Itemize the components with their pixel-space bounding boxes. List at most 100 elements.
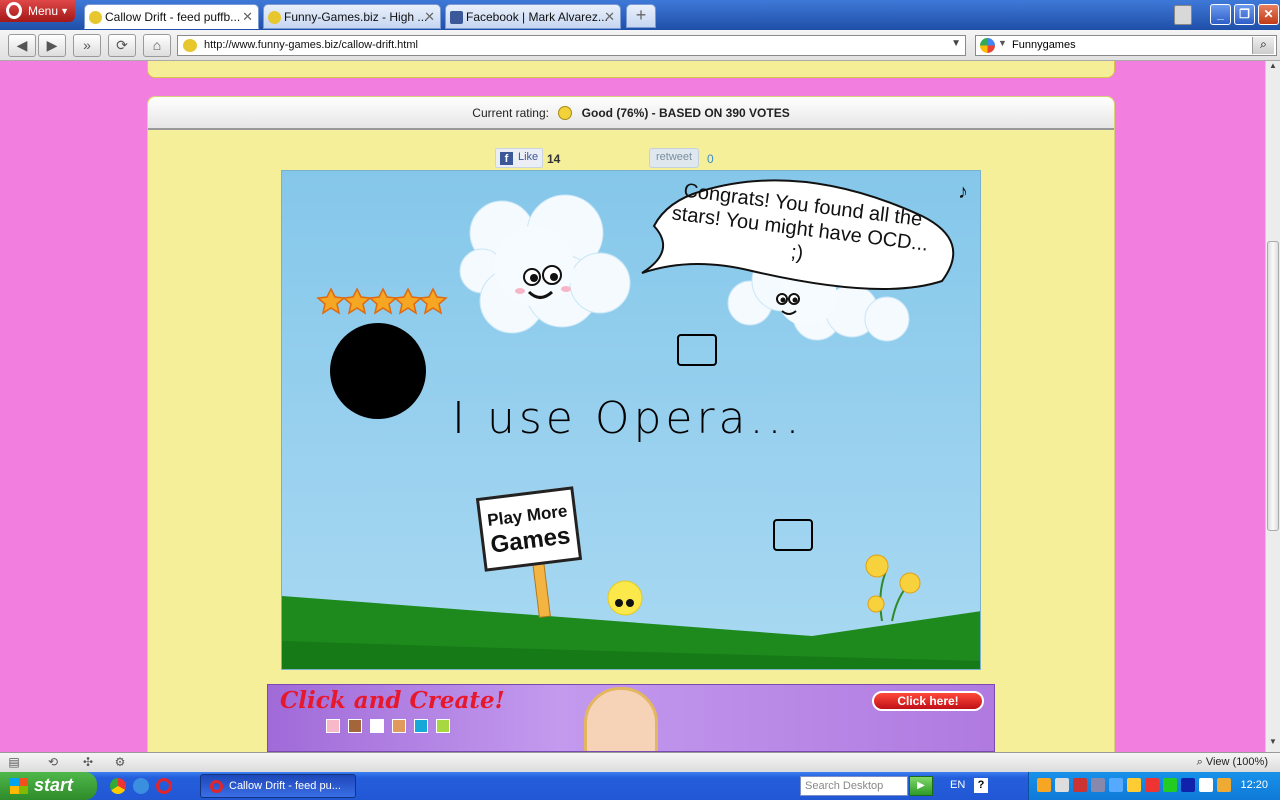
address-bar[interactable]: http://www.funny-games.biz/callow-drift.…	[177, 35, 966, 56]
turbo-icon[interactable]: ⚙	[112, 755, 128, 770]
unite-icon[interactable]: ✣	[80, 755, 96, 770]
reload-button[interactable]: ⟳	[108, 34, 136, 57]
language-indicator[interactable]: EN	[950, 779, 965, 791]
retweet-button[interactable]: retweet	[649, 148, 700, 168]
rating-value: Good (76%) - BASED ON 390 VOTES	[581, 106, 790, 120]
navigation-toolbar: ◀ ▶ » ⟳ ⌂ http://www.funny-games.biz/cal…	[0, 30, 1280, 61]
opera-icon	[210, 780, 223, 793]
search-go-button[interactable]: ▶	[909, 776, 933, 796]
chrome-icon[interactable]	[110, 778, 126, 794]
drawn-box	[773, 519, 813, 551]
tray-icon[interactable]	[1127, 778, 1141, 792]
color-swatch	[348, 719, 362, 733]
chevron-down-icon: ▼	[60, 6, 69, 16]
address-value: http://www.funny-games.biz/callow-drift.…	[204, 39, 418, 51]
volume-icon[interactable]	[1055, 778, 1069, 792]
tray-icon[interactable]	[1163, 778, 1177, 792]
search-input[interactable]: ▼ Funnygames ⌕	[975, 35, 1277, 56]
color-swatch	[414, 719, 428, 733]
search-icon[interactable]: ⌕	[1252, 37, 1274, 54]
restore-button[interactable]: ❐	[1234, 4, 1255, 25]
home-button[interactable]: ⌂	[143, 34, 171, 57]
close-tab-icon[interactable]: ✕	[604, 9, 615, 25]
sign-post	[531, 557, 551, 618]
zoom-label: View (100%)	[1205, 756, 1268, 768]
page-scrollbar[interactable]: ▲ ▼	[1265, 61, 1280, 752]
rating-bar: Current rating: Good (76%) - BASED ON 39…	[148, 97, 1114, 130]
new-tab-button[interactable]: +	[626, 4, 656, 28]
tab-funny-games-high[interactable]: Funny-Games.biz - High ... ✕	[263, 4, 441, 29]
search-value: Funnygames	[1012, 39, 1076, 51]
color-swatch	[370, 719, 384, 733]
like-count: 14	[547, 152, 561, 166]
puffball-chick	[607, 580, 643, 616]
chevron-down-icon[interactable]: ▼	[998, 38, 1007, 48]
scroll-down-icon[interactable]: ▼	[1266, 737, 1280, 752]
color-swatch	[326, 719, 340, 733]
start-label: start	[34, 775, 74, 795]
star-icon	[368, 287, 398, 315]
page-content: Current rating: Good (76%) - BASED ON 39…	[0, 61, 1265, 752]
tab-label: Callow Drift - feed puffb...	[105, 10, 241, 24]
tray-icon[interactable]	[1073, 778, 1087, 792]
taskbar-item-label: Callow Drift - feed pu...	[229, 780, 341, 792]
fast-forward-button[interactable]: »	[73, 34, 101, 57]
clock[interactable]: 12:20	[1240, 779, 1268, 791]
tab-callow-drift[interactable]: Callow Drift - feed puffb... ✕	[84, 4, 259, 29]
browser-tab-bar: Menu ▼ Callow Drift - feed puffb... ✕ Fu…	[0, 0, 1280, 30]
previous-panel	[147, 61, 1115, 78]
game-canvas[interactable]: ♪ Congrats! You found all the stars! You…	[281, 170, 981, 670]
taskbar-item-callow-drift[interactable]: Callow Drift - feed pu...	[200, 774, 356, 798]
tray-icon[interactable]	[1199, 778, 1213, 792]
opera-icon[interactable]	[156, 778, 172, 794]
scroll-thumb[interactable]	[1267, 241, 1279, 531]
network-icon[interactable]	[1091, 778, 1105, 792]
facebook-icon: f	[500, 152, 513, 165]
panel-toggle-icon[interactable]: ▤	[6, 755, 22, 770]
tray-icon[interactable]	[1109, 778, 1123, 792]
ad-click-here-button[interactable]: Click here!	[872, 691, 984, 711]
tray-icon[interactable]	[1181, 778, 1195, 792]
minimize-button[interactable]: _	[1210, 4, 1231, 25]
facebook-like-button[interactable]: f Like	[495, 148, 544, 168]
sync-icon[interactable]: ⟲	[45, 755, 61, 770]
star-icon	[316, 287, 346, 315]
flowers	[865, 554, 921, 622]
color-swatch	[436, 719, 450, 733]
cloud-left	[459, 194, 631, 334]
tab-label: Facebook | Mark Alvarez...	[466, 10, 608, 24]
opera-menu-button[interactable]: Menu ▼	[0, 0, 75, 22]
scroll-up-icon[interactable]: ▲	[1266, 61, 1280, 76]
funnygames-icon	[268, 11, 281, 24]
browser-status-bar: ▤ ⟲ ✣ ⚙ ⌕ View (100%)	[0, 752, 1280, 772]
smiley-icon	[558, 106, 573, 120]
close-tab-icon[interactable]: ✕	[424, 9, 435, 25]
ati-icon[interactable]	[1145, 778, 1159, 792]
search-desktop-input[interactable]: Search Desktop	[800, 776, 908, 796]
tab-facebook[interactable]: Facebook | Mark Alvarez... ✕	[445, 4, 621, 29]
tray-icon[interactable]	[1217, 778, 1231, 792]
star-icon	[342, 287, 372, 315]
system-tray: 12:20	[1028, 772, 1280, 800]
chevron-down-icon[interactable]: ▼	[951, 38, 961, 49]
internet-explorer-icon[interactable]	[133, 778, 149, 794]
google-icon[interactable]	[980, 38, 995, 53]
retweet-count: 0	[707, 152, 714, 166]
windows-logo-icon	[10, 778, 28, 794]
start-button[interactable]: start	[0, 772, 97, 800]
funnygames-icon	[89, 11, 102, 24]
advertisement-banner[interactable]: Click and Create! Click here!	[267, 684, 995, 752]
close-tab-icon[interactable]: ✕	[242, 9, 253, 25]
close-window-button[interactable]: ✕	[1258, 4, 1279, 25]
zoom-level[interactable]: ⌕ View (100%)	[1197, 756, 1268, 769]
forward-button[interactable]: ▶	[38, 34, 66, 57]
help-icon[interactable]: ?	[974, 778, 988, 793]
back-button[interactable]: ◀	[8, 34, 36, 57]
menu-label: Menu	[28, 4, 59, 18]
game-panel: Current rating: Good (76%) - BASED ON 39…	[147, 96, 1115, 752]
doll-face	[584, 687, 658, 751]
play-more-games-sign[interactable]: Play More Games	[475, 486, 583, 572]
color-swatch	[392, 719, 406, 733]
trash-icon[interactable]	[1174, 5, 1192, 25]
tray-icon[interactable]	[1037, 778, 1051, 792]
